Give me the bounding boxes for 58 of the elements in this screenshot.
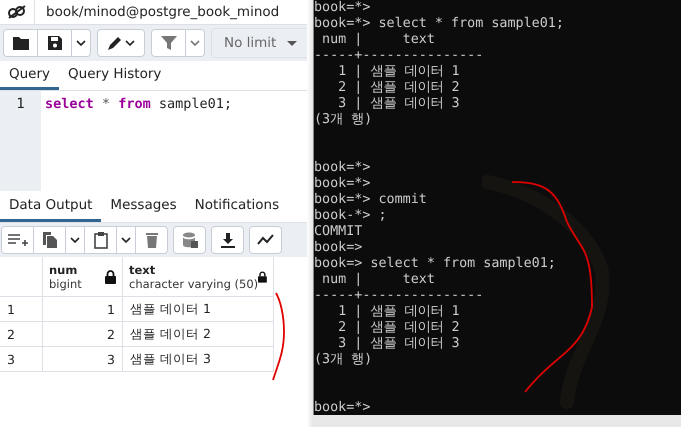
caret-icon	[70, 237, 80, 243]
output-tab[interactable]: Notifications	[186, 191, 288, 222]
pen-with-caret-icon	[106, 35, 136, 51]
terminal-line: book-*> ;	[314, 208, 388, 224]
terminal-line: book=*> commit	[314, 192, 428, 208]
add-row-icon	[8, 233, 28, 247]
line-number: 1	[15, 96, 26, 112]
line-graph-icon	[256, 234, 274, 246]
disconnected-plug-icon	[7, 3, 27, 21]
terminal-line: book=*>	[314, 0, 372, 16]
terminal-line: 1 | 샘플 데이터 1	[337, 64, 461, 80]
filter-icon	[160, 35, 176, 51]
table-cell: 1	[43, 297, 123, 322]
table-cell: 샘플 데이터 2	[123, 322, 274, 347]
row-number-cell: 1	[0, 297, 43, 322]
row-number-cell: 3	[0, 347, 43, 372]
terminal-line: 2 | 샘플 데이터 2	[337, 320, 461, 336]
column-name: num	[49, 262, 78, 276]
sql-code-line: select * from sample01;	[45, 96, 232, 112]
terminal-line: COMMIT	[314, 224, 364, 240]
table-cell: 3	[43, 347, 123, 372]
caret-icon	[190, 40, 200, 46]
table-cell: 2	[43, 322, 123, 347]
terminal-line: (3개 행)	[314, 112, 374, 128]
terminal-line: 1 | 샘플 데이터 1	[337, 304, 461, 320]
caret-icon	[76, 40, 86, 46]
terminal-line: num | text	[321, 272, 436, 288]
terminal-line: -----+---------------	[314, 48, 484, 64]
clipboard-icon	[94, 232, 108, 248]
copy-icon	[42, 232, 56, 248]
terminal-line: book=*> select * from sample01;	[314, 16, 565, 32]
output-tab[interactable]: Messages	[101, 191, 186, 222]
download-icon	[220, 232, 234, 248]
editor-tab[interactable]: Query History	[59, 61, 170, 90]
terminal-line: book=*>	[314, 400, 372, 415]
folder-icon	[12, 36, 28, 50]
caret-icon	[121, 237, 131, 243]
terminal-line: book=*>	[314, 176, 372, 192]
table-cell: 샘플 데이터 1	[123, 297, 274, 322]
row-limit-dropdown[interactable]: No limit	[211, 28, 310, 58]
trash-icon	[146, 232, 158, 248]
terminal-line: 3 | 샘플 데이터 3	[337, 96, 461, 112]
table-cell: 샘플 데이터 3	[123, 347, 274, 372]
dropdown-arrow-icon	[287, 40, 297, 46]
terminal-line: 3 | 샘플 데이터 3	[337, 336, 461, 352]
row-number-cell: 2	[0, 322, 43, 347]
terminal-line: book=> select * from sample01;	[314, 256, 557, 272]
terminal-line: 2 | 샘플 데이터 2	[337, 80, 461, 96]
terminal-line: book=*>	[314, 160, 372, 176]
column-type: bigint	[49, 276, 82, 290]
terminal-line: num | text	[321, 32, 436, 48]
terminal-line: book=>	[314, 240, 364, 256]
column-name: text	[129, 262, 156, 276]
terminal-line: -----+---------------	[314, 288, 484, 304]
terminal-line: (3개 행)	[314, 352, 374, 368]
column-type: character varying (50)	[129, 276, 258, 290]
database-save-icon	[182, 232, 198, 248]
connection-label[interactable]: book/minod@postgre_book_minod	[46, 4, 280, 20]
